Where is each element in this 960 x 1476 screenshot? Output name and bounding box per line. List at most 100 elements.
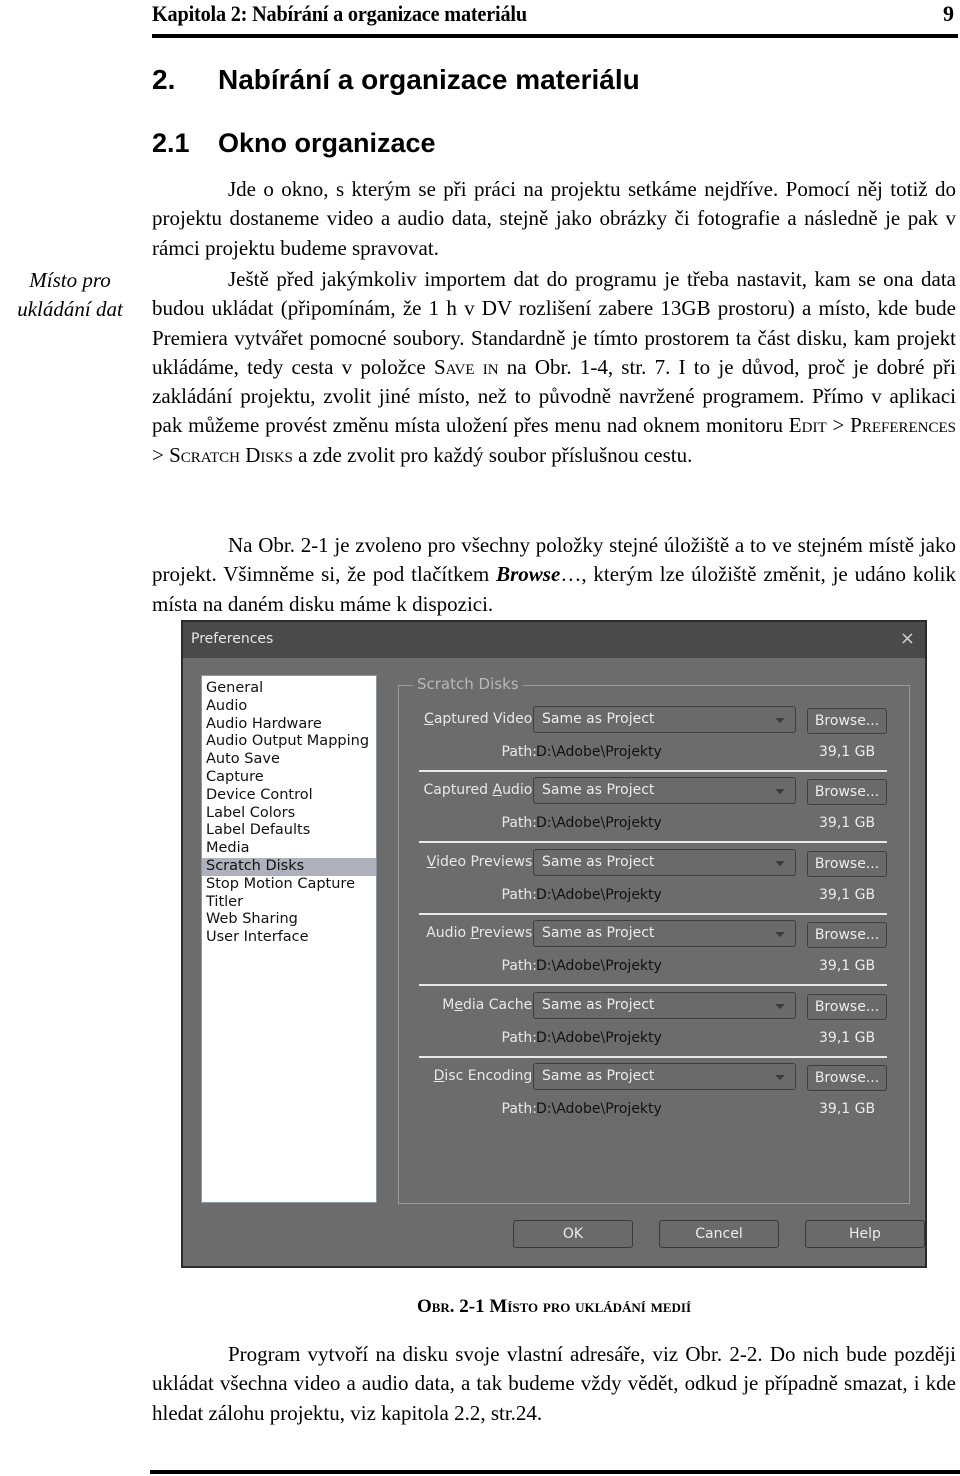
location-dropdown[interactable]: Same as Project — [533, 1063, 796, 1090]
row-label: Captured Video: — [424, 711, 537, 727]
location-dropdown[interactable]: Same as Project — [533, 920, 796, 947]
category-item[interactable]: Stop Motion Capture — [202, 876, 376, 894]
location-dropdown[interactable]: Same as Project — [533, 777, 796, 804]
paragraph-text: a zde zvolit pro každý soubor příslušnou… — [292, 442, 693, 467]
running-header: Kapitola 2: Nabírání a organizace materi… — [152, 0, 958, 38]
browse-ref: Browse — [496, 562, 561, 587]
chevron-down-icon — [775, 1075, 785, 1080]
paragraph-text: Program vytvoří na disku svoje vlastní a… — [152, 1342, 956, 1425]
location-dropdown[interactable]: Same as Project — [533, 706, 796, 733]
margin-note-line: ukládání dat — [17, 297, 123, 321]
chevron-down-icon — [775, 861, 785, 866]
preferences-dialog: Preferences × General Audio Audio Hardwa… — [181, 620, 927, 1268]
paragraph-intro: Jde o okno, s kterým se při práci na pro… — [152, 175, 956, 263]
category-item-selected[interactable]: Scratch Disks — [202, 857, 376, 876]
row-label: Video Previews: — [427, 854, 537, 870]
category-item[interactable]: Audio — [202, 698, 376, 716]
row-label-text: udio: — [502, 782, 537, 798]
browse-button[interactable]: Browse... — [807, 851, 887, 877]
menu-ref-preferences: Preferences — [850, 413, 957, 438]
path-label: Path: — [501, 815, 537, 831]
row-label-text: reviews: — [478, 925, 537, 941]
category-item[interactable]: Audio Hardware — [202, 716, 376, 734]
category-list[interactable]: General Audio Audio Hardware Audio Outpu… — [201, 675, 377, 1203]
browse-button[interactable]: Browse... — [807, 708, 887, 734]
path-value: D:\Adobe\Projekty — [536, 1101, 662, 1117]
free-space: 39,1 GB — [819, 1101, 876, 1117]
category-item[interactable]: General — [202, 680, 376, 698]
path-label: Path: — [501, 1101, 537, 1117]
free-space: 39,1 GB — [819, 815, 876, 831]
path-value: D:\Adobe\Projekty — [536, 744, 662, 760]
row-label-text: aptured Video: — [433, 711, 537, 727]
row-label-accelerator: D — [433, 1068, 445, 1084]
dialog-titlebar: Preferences × — [183, 622, 925, 658]
browse-button[interactable]: Browse... — [807, 1065, 887, 1091]
category-item[interactable]: Auto Save — [202, 751, 376, 769]
path-value: D:\Adobe\Projekty — [536, 887, 662, 903]
row-separator — [419, 913, 887, 915]
chapter-heading: 2. Nabírání a organizace materiálu — [152, 64, 640, 96]
dropdown-value: Same as Project — [542, 997, 655, 1013]
browse-button[interactable]: Browse... — [807, 922, 887, 948]
ok-button[interactable]: OK — [513, 1220, 633, 1248]
close-icon[interactable]: × — [900, 628, 915, 649]
free-space: 39,1 GB — [819, 1030, 876, 1046]
path-label: Path: — [501, 887, 537, 903]
category-item[interactable]: User Interface — [202, 929, 376, 947]
location-dropdown[interactable]: Same as Project — [533, 849, 796, 876]
paragraph-text: > — [152, 442, 170, 467]
chevron-down-icon — [775, 789, 785, 794]
chapter-title: Nabírání a organizace materiálu — [218, 64, 640, 95]
dropdown-value: Same as Project — [542, 782, 655, 798]
free-space: 39,1 GB — [819, 744, 876, 760]
path-value: D:\Adobe\Projekty — [536, 1030, 662, 1046]
group-title: Scratch Disks — [413, 675, 523, 693]
dropdown-value: Same as Project — [542, 1068, 655, 1084]
section-heading: 2.1 Okno organizace — [152, 128, 436, 159]
row-label: Media Cache: — [442, 997, 537, 1013]
running-header-title: Kapitola 2: Nabírání a organizace materi… — [152, 1, 527, 26]
category-item[interactable]: Label Colors — [202, 805, 376, 823]
section-title: Okno organizace — [218, 128, 436, 158]
category-item[interactable]: Capture — [202, 769, 376, 787]
row-separator — [419, 841, 887, 843]
scratch-disk-row: Video Previews: Same as Project Browse... P… — [399, 849, 909, 919]
category-item[interactable]: Device Control — [202, 787, 376, 805]
browse-button[interactable]: Browse... — [807, 994, 887, 1020]
row-label-accelerator: C — [424, 711, 434, 727]
page-number: 9 — [943, 1, 954, 26]
help-button[interactable]: Help — [805, 1220, 925, 1248]
row-label-text: isc Encoding: — [444, 1068, 537, 1084]
section-number: 2.1 — [152, 128, 190, 158]
scratch-disk-row: Audio Previews: Same as Project Browse... P… — [399, 920, 909, 990]
category-item[interactable]: Titler — [202, 894, 376, 912]
chevron-down-icon — [775, 718, 785, 723]
cancel-button[interactable]: Cancel — [659, 1220, 779, 1248]
row-label-text: M — [442, 997, 455, 1013]
margin-note-line: Místo pro — [29, 268, 111, 292]
scratch-disk-row: Disc Encoding: Same as Project Browse... Pa… — [399, 1063, 909, 1133]
margin-note: Místo pro ukládání dat — [0, 266, 140, 324]
path-label: Path: — [501, 1030, 537, 1046]
figure-caption: Obr. 2-1 Místo pro ukládání medií — [416, 1296, 692, 1317]
row-separator — [419, 984, 887, 986]
category-item[interactable]: Web Sharing — [202, 911, 376, 929]
path-value: D:\Adobe\Projekty — [536, 958, 662, 974]
row-label-accelerator: V — [426, 854, 437, 870]
menu-ref-scratch-disks: Scratch Disks — [169, 442, 293, 467]
category-item[interactable]: Audio Output Mapping — [202, 733, 376, 751]
scratch-disk-row: Captured Audio: Same as Project Browse... P… — [399, 777, 909, 847]
row-label: Disc Encoding: — [434, 1068, 537, 1084]
path-label: Path: — [501, 958, 537, 974]
free-space: 39,1 GB — [819, 958, 876, 974]
browse-button[interactable]: Browse... — [807, 779, 887, 805]
scratch-disk-row: Media Cache: Same as Project Browse... Path… — [399, 992, 909, 1062]
category-item[interactable]: Media — [202, 840, 376, 858]
category-item[interactable]: Label Defaults — [202, 822, 376, 840]
chevron-down-icon — [775, 932, 785, 937]
dialog-title: Preferences — [191, 631, 274, 647]
chevron-down-icon — [775, 1004, 785, 1009]
paragraph-text: Jde o okno, s kterým se při práci na pro… — [152, 177, 956, 260]
location-dropdown[interactable]: Same as Project — [533, 992, 796, 1019]
